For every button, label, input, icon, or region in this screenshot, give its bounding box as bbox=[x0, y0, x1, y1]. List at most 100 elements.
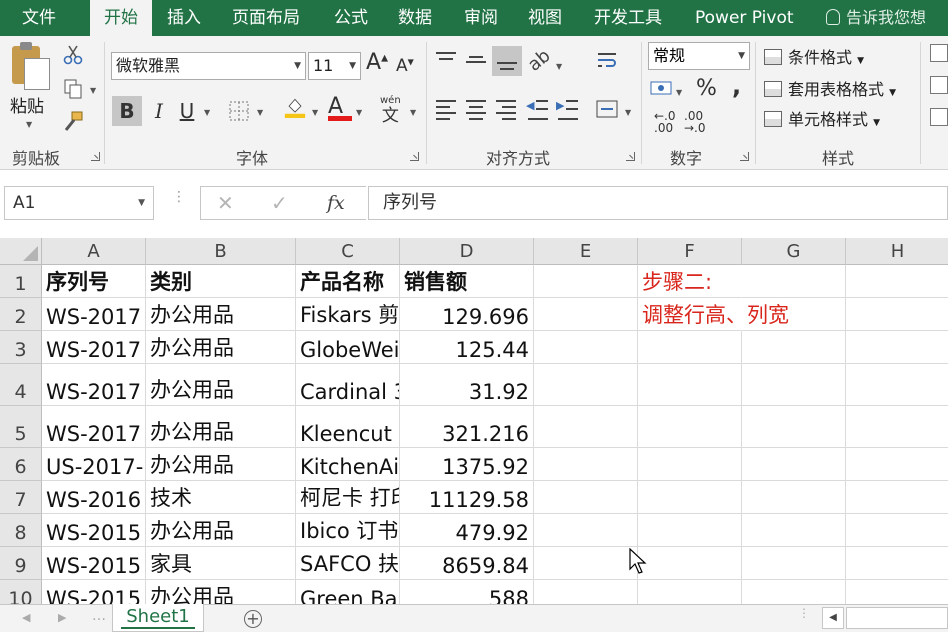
accounting-format-icon[interactable] bbox=[650, 78, 672, 100]
align-center-button[interactable] bbox=[464, 98, 488, 122]
column-header-e[interactable]: E bbox=[534, 238, 638, 265]
cell-h9[interactable] bbox=[846, 547, 948, 580]
font-color-button[interactable]: A bbox=[328, 94, 352, 121]
shrink-font-button[interactable]: A▼ bbox=[396, 56, 414, 76]
accounting-dropdown-icon[interactable]: ▼ bbox=[676, 88, 682, 97]
cell-b6[interactable]: 办公用品 bbox=[146, 448, 296, 481]
italic-button[interactable]: I bbox=[144, 96, 174, 126]
tell-me-box[interactable]: 告诉我您想 bbox=[826, 0, 926, 36]
tab-home[interactable]: 开始 bbox=[90, 0, 152, 37]
cell-e8[interactable] bbox=[534, 514, 638, 547]
middle-align-button[interactable] bbox=[464, 48, 488, 72]
cell-a6[interactable]: US-2017- bbox=[42, 448, 146, 481]
cell-h4[interactable] bbox=[846, 364, 948, 406]
grow-font-button[interactable]: A▲ bbox=[366, 50, 388, 75]
orientation-icon[interactable]: ab bbox=[524, 45, 555, 76]
cell-e10[interactable] bbox=[534, 580, 638, 604]
tab-data[interactable]: 数据 bbox=[398, 0, 432, 36]
next-sheet-icon[interactable]: ▶ bbox=[58, 611, 66, 624]
row-header-10[interactable]: 10 bbox=[0, 580, 42, 604]
cell-e9[interactable] bbox=[534, 547, 638, 580]
cell-b10[interactable]: 办公用品 bbox=[146, 580, 296, 604]
spreadsheet-grid[interactable]: A B C D E F G H 1 序列号 类别 产品名称 销售额 步骤二: 2 WS-2017 办公用品 Fis… bbox=[0, 238, 948, 604]
name-box[interactable]: A1 ▼ bbox=[4, 186, 154, 220]
cell-c8[interactable]: Ibico 订书 bbox=[296, 514, 400, 547]
cell-f2[interactable]: 调整行高、列宽 bbox=[638, 298, 789, 331]
increase-decimal-button[interactable]: ←.0 .00 bbox=[654, 110, 676, 134]
cell-b3[interactable]: 办公用品 bbox=[146, 331, 296, 364]
cell-f6[interactable] bbox=[638, 448, 742, 481]
borders-dropdown-icon[interactable]: ▼ bbox=[257, 108, 263, 117]
column-header-f[interactable]: F bbox=[638, 238, 742, 265]
number-launcher-icon[interactable] bbox=[740, 152, 749, 161]
fill-color-icon[interactable] bbox=[284, 96, 306, 118]
cell-a3[interactable]: WS-2017 bbox=[42, 331, 146, 364]
row-header-2[interactable]: 2 bbox=[0, 298, 42, 331]
cell-g10[interactable] bbox=[742, 580, 846, 604]
cut-icon[interactable] bbox=[62, 44, 84, 66]
row-header-4[interactable]: 4 bbox=[0, 364, 42, 406]
prev-sheet-icon[interactable]: ◀ bbox=[22, 611, 30, 624]
top-align-button[interactable] bbox=[434, 48, 458, 72]
cell-a9[interactable]: WS-2015 bbox=[42, 547, 146, 580]
format-as-table-button[interactable]: 套用表格格式 ▼ bbox=[764, 76, 896, 100]
cell-g4[interactable] bbox=[742, 364, 846, 406]
cell-e1[interactable] bbox=[534, 265, 638, 298]
cell-e7[interactable] bbox=[534, 481, 638, 514]
enter-icon[interactable]: ✓ bbox=[271, 187, 288, 219]
cell-d5[interactable]: 321.216 bbox=[400, 406, 534, 448]
decrease-decimal-button[interactable]: .00 →.0 bbox=[684, 110, 706, 134]
cell-h1[interactable] bbox=[846, 265, 948, 298]
column-header-b[interactable]: B bbox=[146, 238, 296, 265]
align-right-button[interactable] bbox=[494, 98, 518, 122]
align-left-button[interactable] bbox=[434, 98, 458, 122]
column-header-d[interactable]: D bbox=[400, 238, 534, 265]
cell-b4[interactable]: 办公用品 bbox=[146, 364, 296, 406]
paste-button[interactable]: 粘贴 ▼ bbox=[0, 36, 58, 140]
cell-d10[interactable]: 588 bbox=[400, 580, 534, 604]
bold-button[interactable]: B bbox=[112, 96, 142, 126]
column-header-a[interactable]: A bbox=[42, 238, 146, 265]
cell-g5[interactable] bbox=[742, 406, 846, 448]
cell-a10[interactable]: WS-2015 bbox=[42, 580, 146, 604]
row-header-9[interactable]: 9 bbox=[0, 547, 42, 580]
column-header-c[interactable]: C bbox=[296, 238, 400, 265]
tab-insert[interactable]: 插入 bbox=[167, 0, 201, 36]
cell-f4[interactable] bbox=[638, 364, 742, 406]
tab-review[interactable]: 审阅 bbox=[464, 0, 498, 36]
cells-format-icon[interactable] bbox=[930, 108, 948, 126]
cell-b5[interactable]: 办公用品 bbox=[146, 406, 296, 448]
font-size-select[interactable]: 11 ▼ bbox=[308, 52, 361, 80]
cell-c9[interactable]: SAFCO 扶 bbox=[296, 547, 400, 580]
insert-function-button[interactable]: fx bbox=[327, 187, 345, 219]
cell-e5[interactable] bbox=[534, 406, 638, 448]
cell-a5[interactable]: WS-2017 bbox=[42, 406, 146, 448]
cell-d7[interactable]: 11129.58 bbox=[400, 481, 534, 514]
tab-developer[interactable]: 开发工具 bbox=[594, 0, 662, 36]
font-name-select[interactable]: 微软雅黑 ▼ bbox=[111, 52, 306, 80]
cell-a2[interactable]: WS-2017 bbox=[42, 298, 146, 331]
cell-f1[interactable]: 步骤二: bbox=[638, 265, 742, 298]
cell-h5[interactable] bbox=[846, 406, 948, 448]
cell-b9[interactable]: 家具 bbox=[146, 547, 296, 580]
cell-h7[interactable] bbox=[846, 481, 948, 514]
font-color-dropdown-icon[interactable]: ▼ bbox=[356, 108, 362, 117]
borders-icon[interactable] bbox=[228, 100, 250, 122]
cell-f5[interactable] bbox=[638, 406, 742, 448]
cell-styles-button[interactable]: 单元格样式 ▼ bbox=[764, 106, 880, 130]
cell-d3[interactable]: 125.44 bbox=[400, 331, 534, 364]
copy-icon[interactable] bbox=[62, 78, 84, 100]
fill-color-dropdown-icon[interactable]: ▼ bbox=[312, 108, 318, 117]
add-sheet-icon[interactable]: + bbox=[244, 610, 262, 628]
cell-g8[interactable] bbox=[742, 514, 846, 547]
cell-b2[interactable]: 办公用品 bbox=[146, 298, 296, 331]
cell-a1[interactable]: 序列号 bbox=[42, 265, 146, 298]
merge-center-icon[interactable] bbox=[596, 98, 618, 120]
tab-view[interactable]: 视图 bbox=[528, 0, 562, 36]
cell-a8[interactable]: WS-2015 bbox=[42, 514, 146, 547]
row-header-8[interactable]: 8 bbox=[0, 514, 42, 547]
cell-a4[interactable]: WS-2017 bbox=[42, 364, 146, 406]
bottom-align-button[interactable] bbox=[492, 46, 522, 76]
cell-e3[interactable] bbox=[534, 331, 638, 364]
tab-file[interactable]: 文件 bbox=[22, 0, 56, 36]
